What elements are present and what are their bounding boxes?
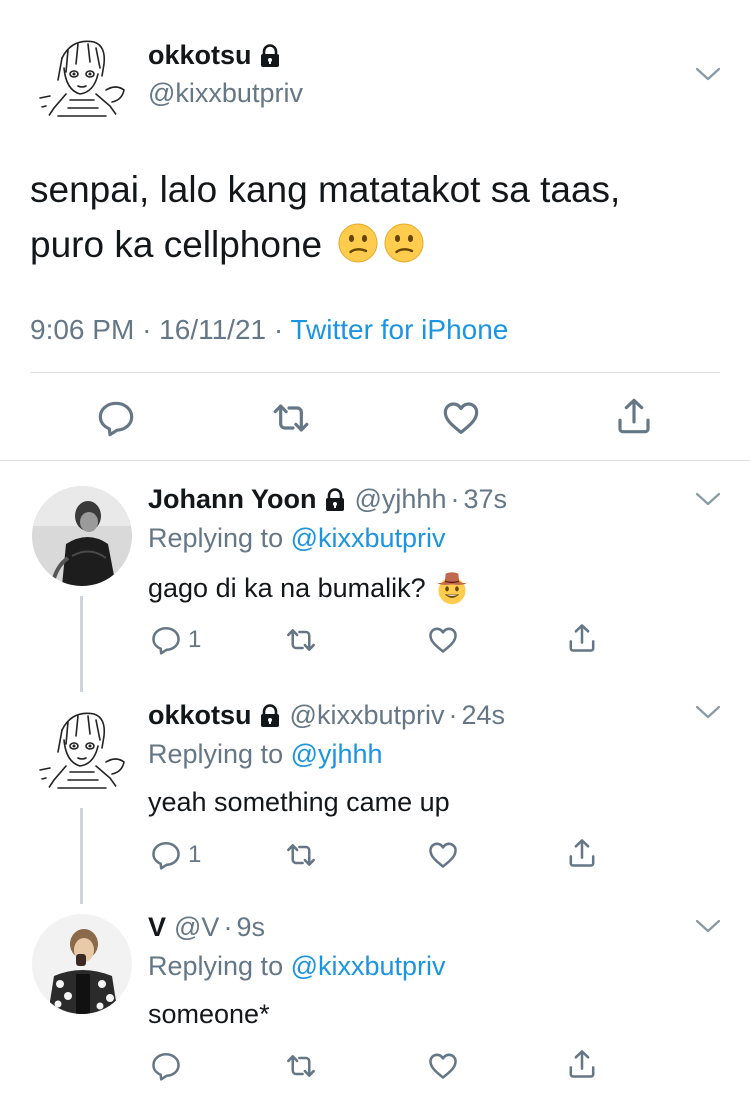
replying-to: Replying to @kixxbutpriv (148, 951, 446, 982)
retweet-button[interactable] (285, 835, 317, 875)
tweet-time: 9:06 PM (30, 314, 135, 345)
reply-header[interactable]: V @V · 9s (148, 912, 265, 943)
reply-text: gago di ka na bumalik? (148, 570, 470, 606)
meta-separator: · (273, 314, 284, 345)
reply-button[interactable] (95, 397, 137, 439)
tweet-source-link[interactable]: Twitter for iPhone (290, 314, 508, 345)
reply-avatar[interactable] (32, 914, 132, 1014)
divider (30, 372, 720, 373)
timestamp: 24s (461, 700, 506, 730)
replying-prefix: Replying to (148, 523, 291, 553)
main-tweet-avatar[interactable] (32, 28, 132, 128)
like-button[interactable] (440, 397, 482, 439)
reply-text-content: yeah something came up (148, 787, 450, 817)
like-button[interactable] (427, 835, 459, 875)
confused-face-icon (338, 223, 378, 263)
tweet-text-fragment: puro ka cellphone (30, 224, 323, 265)
reply-text-content: someone* (148, 999, 270, 1029)
sketch-avatar-icon (32, 700, 132, 800)
retweet-button[interactable] (270, 397, 312, 439)
tweet-text-line: senpai, lalo kang matatakot sa taas, (30, 169, 621, 210)
chevron-down-icon[interactable] (694, 702, 722, 722)
retweet-icon (285, 624, 317, 656)
handle: @yjhhh (354, 484, 447, 514)
divider (0, 460, 750, 461)
reply-button[interactable] (150, 1046, 188, 1086)
reply-icon (150, 624, 182, 656)
chevron-down-icon[interactable] (694, 489, 722, 509)
photo-avatar-icon (32, 914, 132, 1014)
confused-face-icon (384, 223, 424, 263)
share-icon (566, 837, 598, 869)
tweet-text-line-2: puro ka cellphone (30, 217, 710, 272)
thread-line (80, 596, 83, 692)
share-button[interactable] (566, 618, 598, 658)
timestamp: 9s (236, 912, 265, 942)
thread-line (80, 808, 83, 904)
share-icon (566, 1048, 598, 1080)
reply-icon (150, 839, 182, 871)
tweet-meta: 9:06 PM · 16/11/21 · Twitter for iPhone (30, 314, 508, 346)
retweet-icon (271, 398, 311, 438)
like-button[interactable] (427, 1046, 459, 1086)
replying-prefix: Replying to (148, 739, 291, 769)
reply-text-content: gago di ka na bumalik? (148, 572, 426, 603)
retweet-button[interactable] (285, 620, 317, 660)
like-icon (441, 398, 481, 438)
lock-icon (323, 488, 347, 512)
share-button[interactable] (566, 833, 598, 873)
cowboy-hat-face-icon (434, 570, 470, 606)
meta-separator: · (448, 700, 458, 730)
chevron-down-icon[interactable] (694, 64, 722, 84)
reply-avatar[interactable] (32, 486, 132, 586)
share-button[interactable] (613, 395, 655, 437)
reply-button[interactable]: 1 (150, 835, 201, 875)
chevron-down-icon[interactable] (694, 916, 722, 936)
reply-header[interactable]: okkotsu @kixxbutpriv · 24s (148, 700, 505, 731)
main-tweet-text: senpai, lalo kang matatakot sa taas, pur… (30, 162, 710, 272)
mention-link[interactable]: @yjhhh (291, 739, 383, 769)
handle: @kixxbutpriv (289, 700, 445, 730)
like-icon (427, 839, 459, 871)
reply-header[interactable]: Johann Yoon @yjhhh · 37s (148, 484, 507, 515)
reply-count: 1 (188, 841, 202, 868)
display-name: V (148, 912, 167, 942)
reply-text: yeah something came up (148, 787, 450, 818)
reply-icon (96, 398, 136, 438)
share-icon (566, 622, 598, 654)
meta-separator: · (223, 912, 233, 942)
handle: @V (174, 912, 220, 942)
sketch-avatar-icon (32, 28, 132, 128)
share-button[interactable] (566, 1044, 598, 1084)
display-name: okkotsu (148, 40, 252, 70)
main-tweet-handle[interactable]: @kixxbutpriv (148, 78, 303, 109)
reply-avatar[interactable] (32, 700, 132, 800)
lock-icon (258, 704, 282, 728)
replying-to: Replying to @kixxbutpriv (148, 523, 446, 554)
lock-icon (258, 44, 282, 68)
reply-button[interactable]: 1 (150, 620, 201, 660)
reply-count: 1 (188, 626, 202, 653)
retweet-icon (285, 1050, 317, 1082)
replying-to: Replying to @yjhhh (148, 739, 383, 770)
display-name: okkotsu (148, 700, 252, 730)
mention-link[interactable]: @kixxbutpriv (291, 523, 446, 553)
mention-link[interactable]: @kixxbutpriv (291, 951, 446, 981)
reply-text: someone* (148, 999, 270, 1030)
retweet-button[interactable] (285, 1046, 317, 1086)
tweet-date: 16/11/21 (159, 314, 267, 345)
timestamp: 37s (463, 484, 508, 514)
share-icon (614, 396, 654, 436)
replying-prefix: Replying to (148, 951, 291, 981)
like-icon (427, 1050, 459, 1082)
like-button[interactable] (427, 620, 459, 660)
reply-icon (150, 1050, 182, 1082)
retweet-icon (285, 839, 317, 871)
main-tweet-author[interactable]: okkotsu (148, 40, 282, 71)
like-icon (427, 624, 459, 656)
photo-avatar-icon (32, 486, 132, 586)
display-name: Johann Yoon (148, 484, 317, 514)
meta-separator: · (142, 314, 152, 345)
meta-separator: · (450, 484, 460, 514)
